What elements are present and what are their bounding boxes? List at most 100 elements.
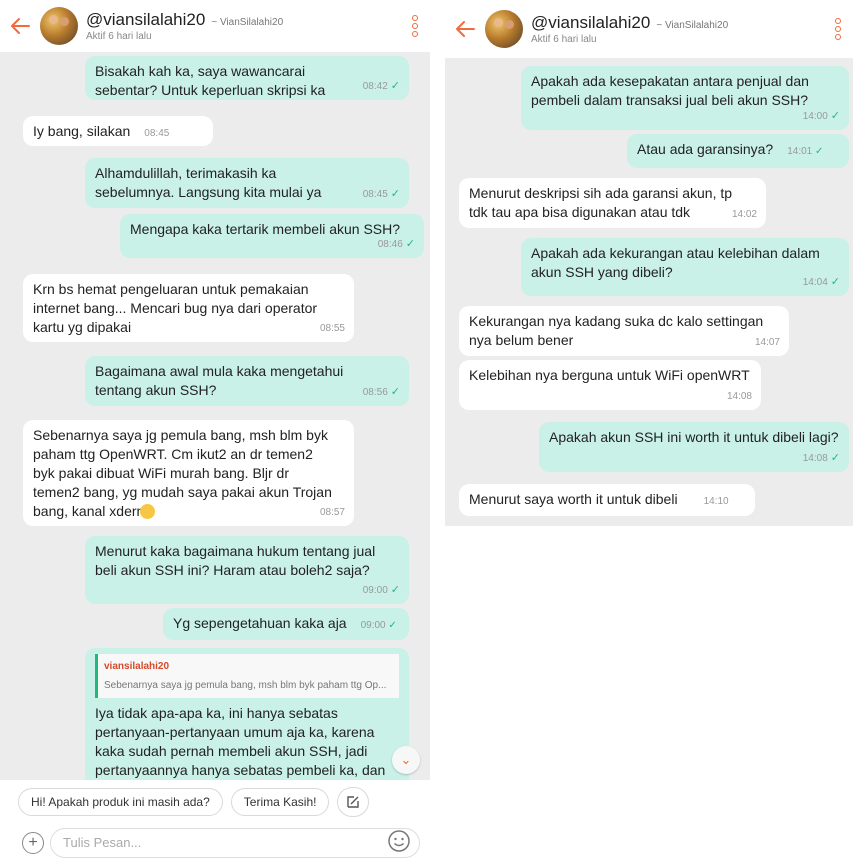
- message-text: Alhamdulillah, terimakasih ka sebelumnya…: [95, 165, 322, 200]
- message-time: 08:57: [319, 507, 345, 518]
- message-text: Iy bang, silakan: [33, 123, 131, 139]
- quick-reply-chip[interactable]: Hi! Apakah produk ini masih ada?: [18, 788, 223, 816]
- dot-icon: [835, 18, 841, 24]
- check-icon: ✓: [390, 80, 400, 92]
- arrow-left-icon: [456, 21, 475, 37]
- message-outgoing[interactable]: Alhamdulillah, terimakasih ka sebelumnya…: [85, 158, 409, 208]
- dot-icon: [835, 26, 841, 32]
- back-button[interactable]: [0, 17, 40, 35]
- quoted-text: Sebenarnya saya jg pemula bang, msh blm …: [104, 680, 387, 691]
- plus-icon[interactable]: +: [22, 831, 44, 854]
- message-time: 08:42 ✓: [363, 77, 400, 96]
- check-icon: ✓: [390, 584, 400, 596]
- message-incoming[interactable]: Krn bs hemat pengeluaran untuk pemakaian…: [23, 274, 354, 342]
- message-time: 14:10: [703, 496, 729, 507]
- chat-title[interactable]: @viansilalahi20 ~ VianSilalahi20 Aktif 6…: [86, 10, 400, 42]
- message-text: Bagaimana awal mula kaka mengetahui tent…: [95, 363, 344, 398]
- avatar[interactable]: [485, 10, 523, 48]
- username: @viansilalahi20: [531, 13, 651, 32]
- back-button[interactable]: [445, 20, 485, 38]
- message-incoming[interactable]: Menurut saya worth it untuk dibeli 14:10: [459, 484, 755, 516]
- emoji-icon[interactable]: [387, 829, 411, 853]
- chevron-down-icon: ⌄: [400, 752, 412, 767]
- dot-icon: [412, 23, 418, 29]
- quick-reply-bar: Hi! Apakah produk ini masih ada? Terima …: [0, 780, 430, 824]
- message-input-bar: +: [0, 824, 430, 861]
- chat-header: @viansilalahi20 ~ VianSilalahi20 Aktif 6…: [445, 0, 853, 58]
- message-outgoing-reply[interactable]: viansilalahi20 Sebenarnya saya jg pemula…: [85, 648, 409, 797]
- user-status: Aktif 6 hari lalu: [531, 34, 597, 45]
- more-menu-button[interactable]: [823, 18, 853, 40]
- message-list[interactable]: Apakah ada kesepakatan antara penjual da…: [445, 58, 853, 526]
- quoted-username: viansilalahi20: [104, 661, 170, 672]
- check-icon: ✓: [830, 276, 840, 288]
- message-outgoing[interactable]: Mengapa kaka tertarik membeli akun SSH? …: [120, 214, 424, 258]
- message-text: Menurut saya worth it untuk dibeli: [469, 491, 678, 507]
- message-text: Yg sepengetahuan kaka aja: [173, 615, 347, 631]
- message-outgoing[interactable]: Menurut kaka bagaimana hukum tentang jua…: [85, 536, 409, 604]
- message-time: 09:00 ✓: [360, 620, 397, 631]
- message-time: 14:01 ✓: [787, 146, 824, 157]
- chat-header: @viansilalahi20 ~ VianSilalahi20 Aktif 6…: [0, 0, 430, 52]
- more-menu-button[interactable]: [400, 15, 430, 37]
- edit-icon: [347, 796, 360, 808]
- message-outgoing[interactable]: Apakah ada kesepakatan antara penjual da…: [521, 66, 849, 130]
- username: @viansilalahi20: [86, 10, 206, 29]
- check-icon: ✓: [405, 238, 415, 250]
- message-incoming[interactable]: Sebenarnya saya jg pemula bang, msh blm …: [23, 420, 354, 526]
- message-text: Kekurangan nya kadang suka dc kalo setti…: [469, 313, 764, 348]
- arrow-left-icon: [11, 18, 30, 34]
- check-icon: ✓: [390, 188, 400, 200]
- message-time: 14:02: [731, 209, 757, 220]
- message-time: 08:45 ✓: [363, 185, 400, 204]
- chat-window-left: @viansilalahi20 ~ VianSilalahi20 Aktif 6…: [0, 0, 430, 861]
- message-incoming[interactable]: Kekurangan nya kadang suka dc kalo setti…: [459, 306, 789, 356]
- message-incoming[interactable]: Kelebihan nya berguna untuk WiFi openWRT…: [459, 360, 761, 410]
- user-alias: ~ VianSilalahi20: [211, 17, 284, 28]
- message-text: Apakah ada kekurangan atau kelebihan dal…: [531, 245, 820, 280]
- message-incoming[interactable]: Menurut deskripsi sih ada garansi akun, …: [459, 178, 766, 228]
- chat-window-right: @viansilalahi20 ~ VianSilalahi20 Aktif 6…: [445, 0, 853, 526]
- message-text: Mengapa kaka tertarik membeli akun SSH?: [130, 221, 401, 237]
- edit-quick-replies-button[interactable]: [337, 787, 370, 817]
- check-icon: ✓: [830, 110, 840, 122]
- message-text: Krn bs hemat pengeluaran untuk pemakaian…: [33, 281, 318, 335]
- check-icon: ✓: [815, 146, 824, 157]
- message-text: Apakah akun SSH ini worth it untuk dibel…: [549, 429, 839, 445]
- message-text: Bisakah kah ka, saya wawancarai sebentar…: [95, 63, 326, 98]
- message-text: Kelebihan nya berguna untuk WiFi openWRT: [469, 367, 750, 383]
- message-text: Menurut deskripsi sih ada garansi akun, …: [469, 185, 733, 220]
- user-alias: ~ VianSilalahi20: [656, 20, 729, 31]
- message-outgoing[interactable]: Atau ada garansinya? 14:01 ✓: [627, 134, 849, 168]
- message-time: 08:46 ✓: [378, 235, 415, 254]
- smile-emoji-icon: [140, 504, 155, 519]
- scroll-down-button[interactable]: ⌄: [392, 746, 420, 774]
- message-outgoing[interactable]: Bisakah kah ka, saya wawancarai sebentar…: [85, 56, 409, 100]
- message-time: 14:07: [754, 337, 780, 348]
- dot-icon: [412, 15, 418, 21]
- message-time: 09:00 ✓: [363, 581, 400, 600]
- message-incoming[interactable]: Iy bang, silakan 08:45: [23, 116, 213, 146]
- message-time: 14:04 ✓: [803, 273, 840, 292]
- message-outgoing[interactable]: Yg sepengetahuan kaka aja 09:00 ✓: [163, 608, 409, 640]
- message-text: Menurut kaka bagaimana hukum tentang jua…: [95, 543, 376, 578]
- message-outgoing[interactable]: Bagaimana awal mula kaka mengetahui tent…: [85, 356, 409, 406]
- chat-title[interactable]: @viansilalahi20 ~ VianSilalahi20 Aktif 6…: [531, 13, 823, 45]
- quoted-message[interactable]: viansilalahi20 Sebenarnya saya jg pemula…: [95, 654, 399, 698]
- message-list[interactable]: Bisakah kah ka, saya wawancarai sebentar…: [0, 52, 430, 797]
- message-outgoing[interactable]: Apakah akun SSH ini worth it untuk dibel…: [539, 422, 849, 472]
- message-time: 08:55: [319, 323, 345, 334]
- check-icon: ✓: [388, 620, 397, 631]
- avatar[interactable]: [40, 7, 78, 45]
- check-icon: ✓: [830, 452, 840, 464]
- quick-reply-chip[interactable]: Terima Kasih!: [230, 788, 330, 816]
- message-time: 14:00 ✓: [803, 107, 840, 126]
- message-outgoing[interactable]: Apakah ada kekurangan atau kelebihan dal…: [521, 238, 849, 296]
- dot-icon: [412, 31, 418, 37]
- message-text: Atau ada garansinya?: [637, 141, 774, 157]
- message-time: 14:08: [726, 391, 752, 402]
- dot-icon: [835, 34, 841, 40]
- message-text: Sebenarnya saya jg pemula bang, msh blm …: [33, 427, 332, 519]
- user-status: Aktif 6 hari lalu: [86, 31, 152, 42]
- message-input[interactable]: [50, 827, 420, 858]
